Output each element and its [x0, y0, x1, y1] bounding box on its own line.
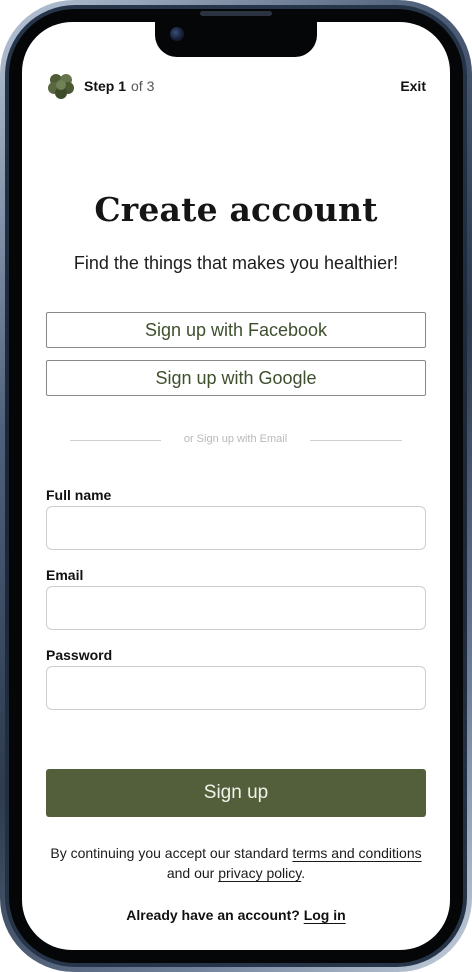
signup-button[interactable]: Sign up: [46, 769, 426, 817]
password-label: Password: [46, 647, 113, 663]
login-row: Already have an account? Log in: [0, 907, 472, 923]
page-title: Create account: [94, 190, 378, 229]
email-input[interactable]: [46, 586, 426, 630]
google-signup-button[interactable]: Sign up with Google: [46, 360, 426, 396]
terms-prefix: By continuing you accept our standard: [50, 845, 293, 861]
front-camera-icon: [170, 27, 184, 41]
terms-middle: and our: [166, 865, 219, 881]
full-name-label: Full name: [46, 487, 112, 503]
terms-link[interactable]: terms and conditions: [292, 845, 421, 861]
terms-text: By continuing you accept our standard te…: [0, 843, 472, 883]
email-label: Email: [46, 567, 84, 583]
login-link[interactable]: Log in: [304, 907, 346, 923]
password-input[interactable]: [46, 666, 426, 710]
facebook-signup-button[interactable]: Sign up with Facebook: [46, 312, 426, 348]
exit-button[interactable]: Exit: [400, 78, 426, 94]
full-name-input[interactable]: [46, 506, 426, 550]
page-subtitle: Find the things that makes you healthier…: [73, 253, 399, 273]
speaker-grille: [200, 11, 272, 16]
divider-line-left: [70, 440, 161, 441]
terms-suffix: .: [301, 865, 306, 881]
step-current: Step 1: [84, 78, 127, 94]
privacy-link[interactable]: privacy policy: [218, 865, 301, 881]
step-total: of 3: [131, 78, 155, 94]
leaf-cluster-icon: [47, 72, 75, 100]
divider-text: or Sign up with Email: [183, 433, 288, 445]
login-prompt: Already have an account?: [126, 907, 304, 923]
divider-line-right: [310, 440, 402, 441]
